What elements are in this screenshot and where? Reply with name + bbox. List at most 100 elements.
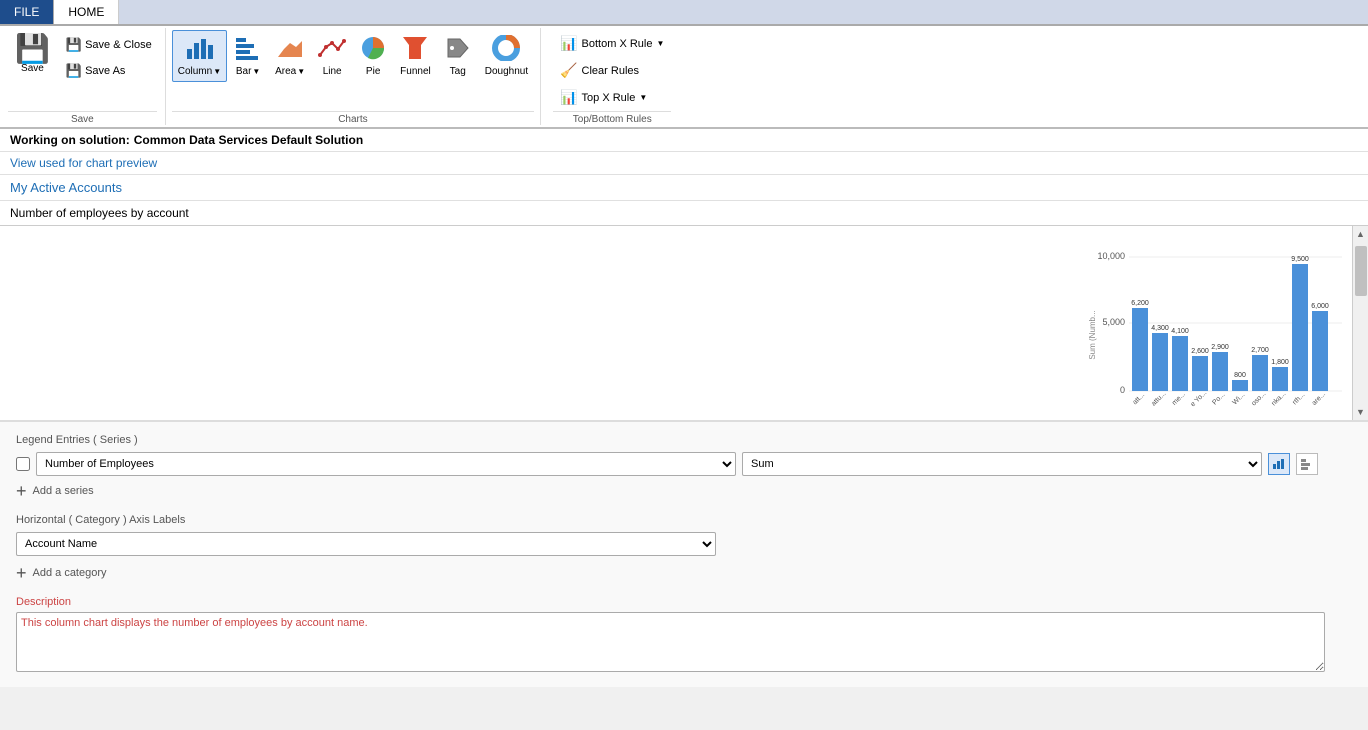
funnel-chart-icon bbox=[401, 35, 429, 64]
description-textarea[interactable]: This column chart displays the number of… bbox=[16, 612, 1325, 672]
svg-text:10,000: 10,000 bbox=[1097, 251, 1125, 261]
series-field-select[interactable]: Number of Employees bbox=[36, 452, 736, 476]
working-on-label: Working on solution: bbox=[10, 133, 130, 147]
view-name[interactable]: My Active Accounts bbox=[0, 175, 1368, 201]
scroll-up-arrow[interactable]: ▲ bbox=[1353, 226, 1368, 242]
svg-text:6,200: 6,200 bbox=[1131, 300, 1149, 307]
workspace-info: Working on solution: Common Data Service… bbox=[0, 129, 1368, 152]
column-label: Column bbox=[178, 66, 212, 77]
svg-text:6,000: 6,000 bbox=[1311, 303, 1329, 310]
line-chart-icon bbox=[318, 35, 346, 64]
chart-bar-button[interactable]: Bar ▼ bbox=[228, 30, 268, 82]
area-dropdown-arrow[interactable]: ▼ bbox=[297, 67, 305, 76]
save-as-icon: 💾 bbox=[66, 63, 82, 79]
chart-doughnut-button[interactable]: Doughnut bbox=[479, 30, 534, 82]
config-area: Legend Entries ( Series ) Number of Empl… bbox=[0, 421, 1368, 687]
column-dropdown-arrow[interactable]: ▼ bbox=[213, 67, 221, 76]
svg-text:Wi...: Wi... bbox=[1232, 391, 1247, 406]
svg-text:800: 800 bbox=[1234, 372, 1246, 379]
chart-pie-button[interactable]: Pie bbox=[353, 30, 393, 82]
chart-title-bar[interactable] bbox=[0, 201, 1368, 226]
svg-text:Po...: Po... bbox=[1211, 391, 1226, 406]
solution-name: Common Data Services Default Solution bbox=[134, 133, 363, 147]
svg-text:e Yo...: e Yo... bbox=[1190, 390, 1209, 409]
column-chart-icon bbox=[185, 35, 213, 64]
clear-rules-label: Clear Rules bbox=[582, 65, 639, 77]
save-close-icon: 💾 bbox=[66, 37, 82, 53]
bar-chart-icon bbox=[234, 35, 262, 64]
doughnut-label: Doughnut bbox=[485, 66, 528, 77]
svg-text:5,000: 5,000 bbox=[1102, 317, 1125, 327]
category-field-select[interactable]: Account Name bbox=[16, 532, 716, 556]
svg-text:2,900: 2,900 bbox=[1211, 344, 1229, 351]
legend-entries-label: Legend Entries ( Series ) bbox=[16, 434, 1352, 446]
svg-text:Sum (Numb...: Sum (Numb... bbox=[1088, 310, 1097, 359]
save-icon: 💾 bbox=[15, 35, 50, 63]
doughnut-chart-icon bbox=[492, 35, 520, 64]
chart-svg: 10,000 5,000 0 Sum (Numb... 6,200 att...… bbox=[1087, 245, 1347, 410]
save-close-button[interactable]: 💾 Save & Close bbox=[61, 34, 157, 56]
add-category-icon: + bbox=[16, 564, 27, 582]
add-series-icon: + bbox=[16, 482, 27, 500]
clear-rules-button[interactable]: 🧹 Clear Rules bbox=[553, 59, 671, 82]
tag-chart-icon bbox=[444, 35, 472, 64]
top-x-rule-button[interactable]: 📊 Top X Rule ▼ bbox=[553, 86, 671, 109]
svg-text:2,700: 2,700 bbox=[1251, 347, 1269, 354]
save-button[interactable]: 💾 Save bbox=[8, 30, 57, 79]
svg-text:9,500: 9,500 bbox=[1291, 256, 1309, 263]
save-as-label: Save As bbox=[85, 65, 125, 77]
bottom-x-rule-button[interactable]: 📊 Bottom X Rule ▼ bbox=[553, 32, 671, 55]
chart-title-input[interactable] bbox=[10, 206, 1358, 220]
series-aggregation-select[interactable]: Sum bbox=[742, 452, 1262, 476]
tag-label: Tag bbox=[450, 66, 466, 77]
bottom-x-rule-icon: 📊 bbox=[560, 35, 577, 52]
pie-label: Pie bbox=[366, 66, 380, 77]
chart-column-button[interactable]: Column ▼ bbox=[172, 30, 227, 82]
bottom-x-rule-label: Bottom X Rule bbox=[582, 38, 653, 50]
chart-area-button[interactable]: Area ▼ bbox=[269, 30, 311, 82]
scroll-down-arrow[interactable]: ▼ bbox=[1353, 404, 1368, 420]
save-group-label: Save bbox=[8, 111, 157, 125]
description-label: Description bbox=[16, 596, 1352, 608]
svg-text:1,800: 1,800 bbox=[1271, 359, 1289, 366]
save-close-label: Save & Close bbox=[85, 39, 152, 51]
svg-text:me...: me... bbox=[1171, 391, 1187, 407]
svg-text:nka...: nka... bbox=[1270, 390, 1287, 407]
chart-area: 10,000 5,000 0 Sum (Numb... 6,200 att...… bbox=[0, 226, 1368, 421]
svg-text:attu...: attu... bbox=[1150, 390, 1167, 407]
pie-chart-icon bbox=[359, 35, 387, 64]
line-label: Line bbox=[323, 66, 342, 77]
add-series-row[interactable]: + Add a series bbox=[16, 482, 1352, 500]
add-category-label: Add a category bbox=[33, 567, 107, 579]
view-link[interactable]: View used for chart preview bbox=[0, 152, 1368, 175]
chart-type-column-icon[interactable] bbox=[1268, 453, 1290, 475]
svg-text:oso...: oso... bbox=[1250, 390, 1267, 407]
top-x-rule-icon: 📊 bbox=[560, 89, 577, 106]
svg-text:4,100: 4,100 bbox=[1171, 328, 1189, 335]
tab-home[interactable]: HOME bbox=[54, 0, 119, 24]
series-checkbox[interactable] bbox=[16, 457, 30, 471]
tab-file[interactable]: FILE bbox=[0, 0, 54, 24]
bar-dropdown-arrow[interactable]: ▼ bbox=[252, 67, 260, 76]
save-as-button[interactable]: 💾 Save As bbox=[61, 60, 157, 82]
vertical-scrollbar[interactable]: ▲ ▼ bbox=[1352, 226, 1368, 420]
add-category-row[interactable]: + Add a category bbox=[16, 564, 1352, 582]
chart-line-button[interactable]: Line bbox=[312, 30, 352, 82]
topbottom-group-label: Top/Bottom Rules bbox=[553, 111, 671, 125]
area-chart-icon bbox=[276, 35, 304, 64]
scroll-thumb[interactable] bbox=[1355, 246, 1367, 296]
svg-text:0: 0 bbox=[1120, 385, 1125, 395]
bar-label: Bar bbox=[236, 66, 252, 77]
chart-funnel-button[interactable]: Funnel bbox=[394, 30, 437, 82]
svg-text:are...: are... bbox=[1311, 391, 1327, 407]
clear-rules-icon: 🧹 bbox=[560, 62, 577, 79]
series-row: Number of Employees Sum bbox=[16, 452, 1352, 476]
area-label: Area bbox=[275, 66, 296, 77]
chart-type-other-icon[interactable] bbox=[1296, 453, 1318, 475]
svg-text:rth...: rth... bbox=[1292, 391, 1307, 406]
chart-tag-button[interactable]: Tag bbox=[438, 30, 478, 82]
add-series-label: Add a series bbox=[33, 485, 94, 497]
save-label: Save bbox=[21, 63, 44, 74]
top-x-rule-arrow: ▼ bbox=[639, 93, 647, 102]
svg-text:att...: att... bbox=[1132, 392, 1147, 407]
